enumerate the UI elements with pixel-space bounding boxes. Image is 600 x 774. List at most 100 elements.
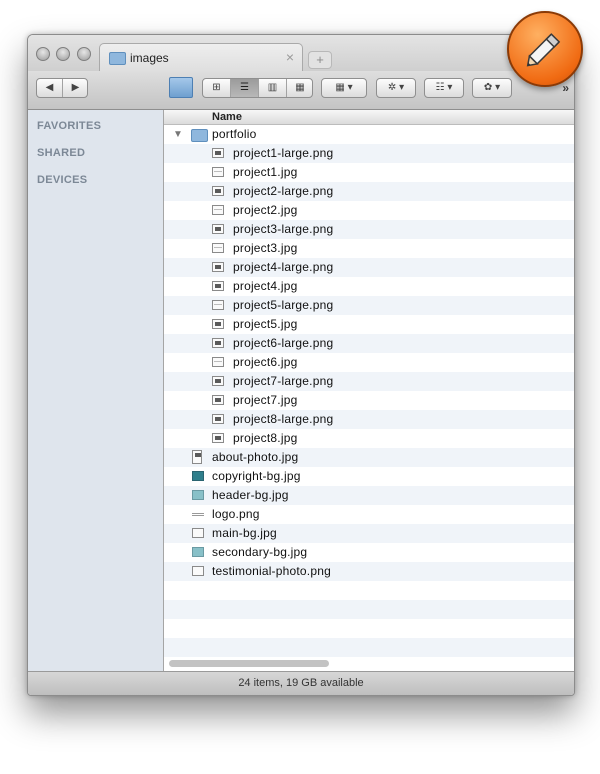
list-item[interactable]: testimonial-photo.png bbox=[164, 562, 574, 581]
file-name: portfolio bbox=[212, 127, 257, 141]
column-header-label: Name bbox=[212, 111, 242, 123]
image-icon bbox=[212, 433, 224, 443]
file-name: header-bg.jpg bbox=[212, 488, 289, 502]
image-icon bbox=[212, 319, 224, 329]
list-item[interactable]: header-bg.jpg bbox=[164, 486, 574, 505]
empty-row bbox=[164, 581, 574, 600]
list-item[interactable]: project8-large.png bbox=[164, 410, 574, 429]
image-icon bbox=[212, 338, 224, 348]
file-name: project2-large.png bbox=[233, 184, 334, 198]
dropbox-button[interactable]: ✿ ▾ bbox=[472, 78, 512, 98]
file-name: main-bg.jpg bbox=[212, 526, 277, 540]
forward-button[interactable]: ▶ bbox=[62, 79, 88, 97]
sidebar: FAVORITES SHARED DEVICES bbox=[28, 110, 164, 671]
empty-row bbox=[164, 638, 574, 657]
teal-image-icon bbox=[192, 471, 204, 481]
tab-close-icon[interactable]: × bbox=[286, 49, 294, 65]
file-name: project3.jpg bbox=[233, 241, 298, 255]
list-item[interactable]: project3.jpg bbox=[164, 239, 574, 258]
file-name: project1-large.png bbox=[233, 146, 334, 160]
folder-icon bbox=[191, 129, 208, 142]
pencil-icon bbox=[507, 11, 583, 87]
tab-title: images bbox=[130, 51, 169, 65]
list-item[interactable]: copyright-bg.jpg bbox=[164, 467, 574, 486]
file-name: project4-large.png bbox=[233, 260, 334, 274]
list-item[interactable]: project3-large.png bbox=[164, 220, 574, 239]
list-item[interactable]: project6.jpg bbox=[164, 353, 574, 372]
image-light-icon bbox=[212, 167, 224, 177]
file-name: project6-large.png bbox=[233, 336, 334, 350]
file-name: project1.jpg bbox=[233, 165, 298, 179]
sidebar-heading-shared[interactable]: SHARED bbox=[37, 147, 85, 159]
image-icon bbox=[212, 414, 224, 424]
light-teal-image-icon bbox=[192, 490, 204, 500]
finder-window: images × + ◀ ▶ ⊞ ☰ ▥ ▦ ▦ ▾ ✲ ▾ ☷ ▾ ✿ ▾ »… bbox=[27, 34, 575, 696]
new-tab-button[interactable]: + bbox=[308, 51, 332, 69]
document-image-icon bbox=[192, 450, 202, 464]
list-item[interactable]: project2-large.png bbox=[164, 182, 574, 201]
image-light-icon bbox=[212, 243, 224, 253]
image-light-icon bbox=[212, 300, 224, 310]
image-icon bbox=[212, 148, 224, 158]
list-item[interactable]: secondary-bg.jpg bbox=[164, 543, 574, 562]
close-window-button[interactable] bbox=[36, 47, 50, 61]
minimize-window-button[interactable] bbox=[56, 47, 70, 61]
current-folder-icon[interactable] bbox=[169, 77, 193, 98]
share-button[interactable]: ☷ ▾ bbox=[424, 78, 464, 98]
sidebar-heading-favorites[interactable]: FAVORITES bbox=[37, 120, 101, 132]
image-icon bbox=[212, 262, 224, 272]
list-item[interactable]: logo.png bbox=[164, 505, 574, 524]
image-icon bbox=[212, 376, 224, 386]
title-bar: images × + bbox=[28, 35, 574, 73]
file-name: secondary-bg.jpg bbox=[212, 545, 308, 559]
list-item[interactable]: project4-large.png bbox=[164, 258, 574, 277]
file-name: project6.jpg bbox=[233, 355, 298, 369]
arrange-button[interactable]: ▦ ▾ bbox=[321, 78, 367, 98]
image-icon bbox=[212, 395, 224, 405]
view-mode-control: ⊞ ☰ ▥ ▦ bbox=[202, 78, 313, 98]
action-gear-button[interactable]: ✲ ▾ bbox=[376, 78, 416, 98]
back-button[interactable]: ◀ bbox=[37, 79, 62, 97]
cover-flow-view-button[interactable]: ▦ bbox=[286, 79, 313, 97]
file-name: testimonial-photo.png bbox=[212, 564, 331, 578]
list-item[interactable]: project4.jpg bbox=[164, 277, 574, 296]
file-name: about-photo.jpg bbox=[212, 450, 299, 464]
file-name: project5-large.png bbox=[233, 298, 334, 312]
sidebar-heading-devices[interactable]: DEVICES bbox=[37, 174, 87, 186]
list-view-button[interactable]: ☰ bbox=[230, 79, 258, 97]
folder-icon bbox=[109, 52, 126, 65]
file-name: copyright-bg.jpg bbox=[212, 469, 301, 483]
list-item[interactable]: project5-large.png bbox=[164, 296, 574, 315]
status-bar: 24 items, 19 GB available bbox=[28, 671, 574, 695]
list-item[interactable]: project7-large.png bbox=[164, 372, 574, 391]
image-light-icon bbox=[212, 357, 224, 367]
file-name: project5.jpg bbox=[233, 317, 298, 331]
list-item[interactable]: project1.jpg bbox=[164, 163, 574, 182]
thin-image-icon bbox=[192, 513, 204, 516]
disclosure-triangle-icon[interactable]: ▼ bbox=[173, 129, 183, 140]
list-item[interactable]: project7.jpg bbox=[164, 391, 574, 410]
column-view-button[interactable]: ▥ bbox=[258, 79, 286, 97]
icon-view-button[interactable]: ⊞ bbox=[203, 79, 230, 97]
file-name: project7.jpg bbox=[233, 393, 298, 407]
empty-row bbox=[164, 619, 574, 638]
list-item[interactable]: project2.jpg bbox=[164, 201, 574, 220]
list-item[interactable]: project8.jpg bbox=[164, 429, 574, 448]
list-item-folder[interactable]: ▼ portfolio bbox=[164, 125, 574, 144]
horizontal-scrollbar[interactable] bbox=[169, 660, 329, 667]
column-header-name[interactable]: Name bbox=[164, 110, 574, 125]
list-item[interactable]: project5.jpg bbox=[164, 315, 574, 334]
tab-images[interactable]: images × bbox=[99, 43, 303, 73]
list-item[interactable]: project1-large.png bbox=[164, 144, 574, 163]
list-item[interactable]: project6-large.png bbox=[164, 334, 574, 353]
toolbar: ◀ ▶ ⊞ ☰ ▥ ▦ ▦ ▾ ✲ ▾ ☷ ▾ ✿ ▾ » bbox=[28, 71, 574, 110]
image-icon bbox=[212, 281, 224, 291]
list-item[interactable]: main-bg.jpg bbox=[164, 524, 574, 543]
file-name: project2.jpg bbox=[233, 203, 298, 217]
file-name: project4.jpg bbox=[233, 279, 298, 293]
light-teal-image-icon bbox=[192, 547, 204, 557]
list-item[interactable]: about-photo.jpg bbox=[164, 448, 574, 467]
zoom-window-button[interactable] bbox=[77, 47, 91, 61]
back-forward-control: ◀ ▶ bbox=[36, 78, 88, 98]
empty-row bbox=[164, 600, 574, 619]
